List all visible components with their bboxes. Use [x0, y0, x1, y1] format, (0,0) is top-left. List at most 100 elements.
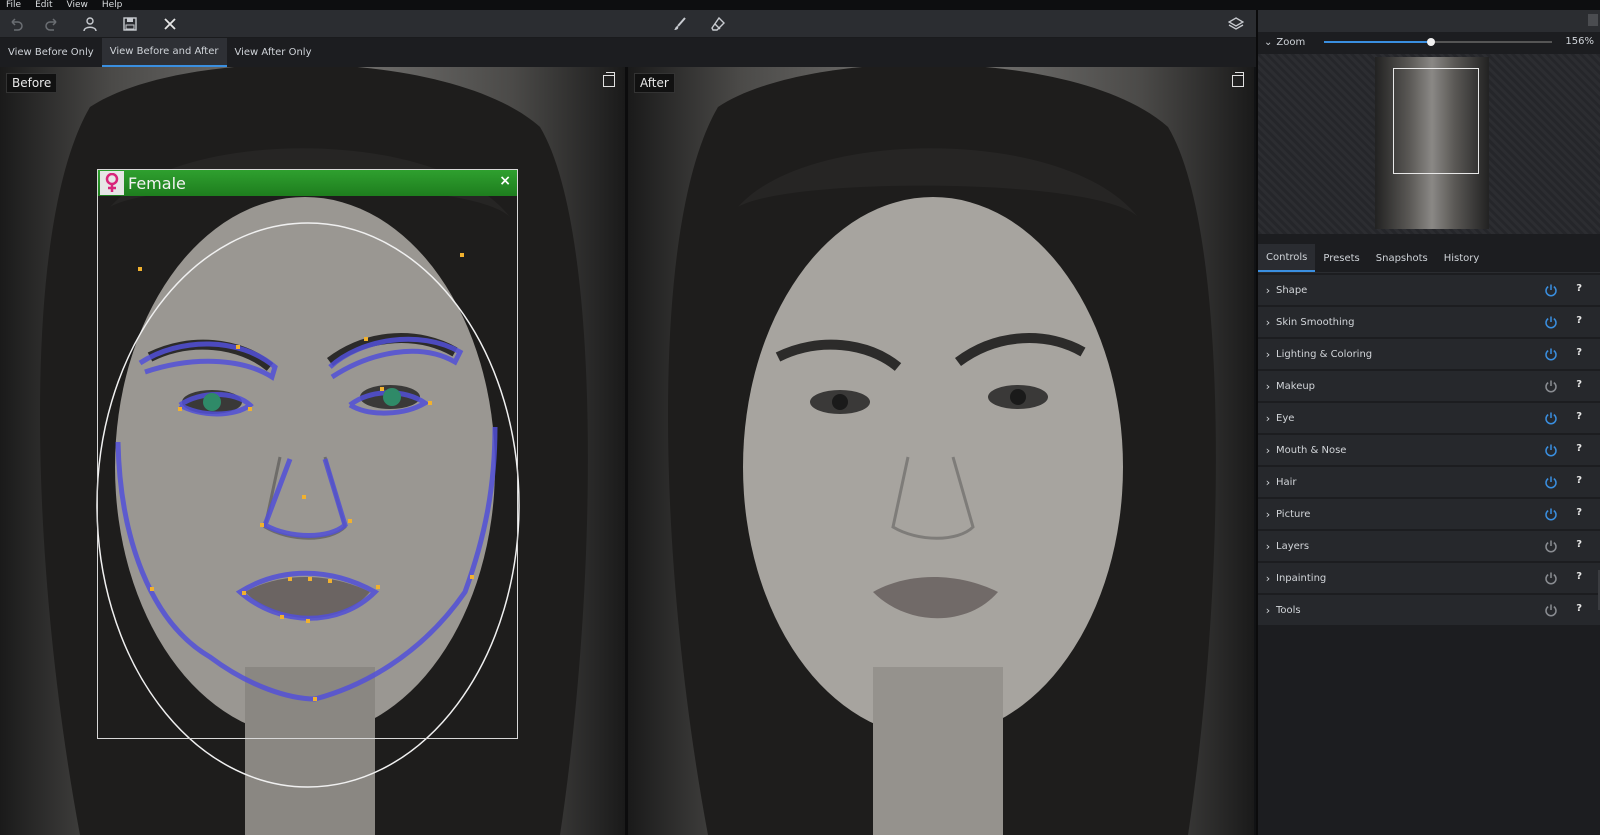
tab-snapshots[interactable]: Snapshots [1368, 244, 1436, 272]
chevron-right-icon[interactable]: › [1260, 348, 1276, 361]
face-icon[interactable] [80, 14, 100, 34]
chevron-right-icon[interactable]: › [1260, 540, 1276, 553]
control-picture[interactable]: › Picture? [1258, 499, 1600, 529]
before-label: Before [6, 73, 58, 93]
zoom-row: ⌄ Zoom 156% [1258, 32, 1600, 52]
control-label: Makeup [1276, 380, 1316, 392]
eraser-icon[interactable] [708, 14, 728, 34]
menu-file[interactable]: File [6, 0, 21, 10]
control-label: Shape [1276, 284, 1308, 296]
zoom-slider-handle[interactable] [1427, 38, 1436, 46]
menu-bar: File Edit View Help [0, 0, 1600, 10]
power-toggle-icon[interactable] [1544, 603, 1558, 617]
help-icon[interactable]: ? [1576, 571, 1582, 582]
control-label: Hair [1276, 476, 1297, 488]
before-image-pane[interactable]: Before Female × [0, 67, 625, 835]
before-maximize-icon[interactable] [603, 72, 615, 87]
power-toggle-icon[interactable] [1544, 539, 1558, 553]
panel-restore-icon[interactable] [1588, 14, 1598, 26]
chevron-right-icon[interactable]: › [1260, 284, 1276, 297]
control-label: Lighting & Coloring [1276, 348, 1373, 360]
chevron-right-icon[interactable]: › [1260, 380, 1276, 393]
power-toggle-icon[interactable] [1544, 283, 1558, 297]
power-toggle-icon[interactable] [1544, 443, 1558, 457]
female-icon [100, 171, 124, 195]
power-toggle-icon[interactable] [1544, 347, 1558, 361]
control-label: Layers [1276, 540, 1310, 552]
tab-history[interactable]: History [1436, 244, 1488, 272]
tab-view-after-only[interactable]: View After Only [227, 38, 320, 67]
after-image-pane[interactable]: After [628, 67, 1254, 835]
chevron-right-icon[interactable]: › [1260, 604, 1276, 617]
help-icon[interactable]: ? [1576, 379, 1582, 390]
layers-icon[interactable] [1226, 14, 1246, 34]
redo-icon[interactable] [42, 14, 62, 34]
panel-tabs: Controls Presets Snapshots History [1258, 244, 1600, 273]
power-toggle-icon[interactable] [1544, 411, 1558, 425]
after-photo [668, 67, 1216, 835]
help-icon[interactable]: ? [1576, 411, 1582, 422]
zoom-slider-fill [1324, 41, 1432, 43]
help-icon[interactable]: ? [1576, 443, 1582, 454]
help-icon[interactable]: ? [1576, 315, 1582, 326]
help-icon[interactable]: ? [1576, 347, 1582, 358]
power-toggle-icon[interactable] [1544, 507, 1558, 521]
menu-help[interactable]: Help [102, 0, 123, 10]
control-label: Tools [1276, 604, 1301, 616]
chevron-right-icon[interactable]: › [1260, 476, 1276, 489]
right-panel: ⌄ Zoom 156% Controls Presets Snapshots H… [1256, 10, 1600, 835]
menu-view[interactable]: View [67, 0, 88, 10]
control-skin-smoothing[interactable]: › Skin Smoothing? [1258, 307, 1600, 337]
close-icon[interactable] [160, 14, 180, 34]
after-label: After [634, 73, 675, 93]
control-eye[interactable]: › Eye? [1258, 403, 1600, 433]
tab-view-before-only[interactable]: View Before Only [0, 38, 102, 67]
controls-list: › Shape? › Skin Smoothing? › Lighting & Color… [1258, 275, 1600, 625]
tab-view-before-and-after[interactable]: View Before and After [101, 38, 227, 67]
control-label: Inpainting [1276, 572, 1327, 584]
navigator-viewport-rect[interactable] [1393, 68, 1479, 174]
help-icon[interactable]: ? [1576, 283, 1582, 294]
zoom-slider[interactable] [1324, 38, 1552, 46]
navigator-preview[interactable] [1258, 54, 1600, 234]
control-shape[interactable]: › Shape? [1258, 275, 1600, 305]
chevron-right-icon[interactable]: › [1260, 508, 1276, 521]
control-mouth-nose[interactable]: › Mouth & Nose? [1258, 435, 1600, 465]
control-inpainting[interactable]: › Inpainting? [1258, 563, 1600, 593]
control-lighting-coloring[interactable]: › Lighting & Coloring? [1258, 339, 1600, 369]
chevron-down-icon[interactable]: ⌄ [1264, 37, 1272, 48]
power-toggle-icon[interactable] [1544, 315, 1558, 329]
zoom-value: 156% [1565, 36, 1594, 47]
tab-presets[interactable]: Presets [1315, 244, 1367, 272]
control-label: Eye [1276, 412, 1295, 424]
brush-icon[interactable] [670, 14, 690, 34]
help-icon[interactable]: ? [1576, 507, 1582, 518]
after-maximize-icon[interactable] [1232, 72, 1244, 87]
undo-icon[interactable] [6, 14, 26, 34]
control-layers[interactable]: › Layers? [1258, 531, 1600, 561]
control-tools[interactable]: › Tools? [1258, 595, 1600, 625]
save-icon[interactable] [120, 14, 140, 34]
chevron-right-icon[interactable]: › [1260, 572, 1276, 585]
help-icon[interactable]: ? [1576, 603, 1582, 614]
face-detection-box[interactable]: Female × [97, 169, 518, 739]
chevron-right-icon[interactable]: › [1260, 412, 1276, 425]
chevron-right-icon[interactable]: › [1260, 316, 1276, 329]
control-makeup[interactable]: › Makeup? [1258, 371, 1600, 401]
control-hair[interactable]: › Hair? [1258, 467, 1600, 497]
menu-edit[interactable]: Edit [35, 0, 52, 10]
face-gender-label: Female [128, 173, 186, 193]
power-toggle-icon[interactable] [1544, 379, 1558, 393]
control-label: Picture [1276, 508, 1311, 520]
control-label: Mouth & Nose [1276, 444, 1347, 456]
help-icon[interactable]: ? [1576, 475, 1582, 486]
face-box-header: Female × [98, 170, 517, 196]
toolbar [0, 10, 1256, 38]
help-icon[interactable]: ? [1576, 539, 1582, 550]
right-panel-header [1258, 10, 1600, 32]
power-toggle-icon[interactable] [1544, 571, 1558, 585]
chevron-right-icon[interactable]: › [1260, 444, 1276, 457]
tab-controls[interactable]: Controls [1258, 244, 1316, 272]
power-toggle-icon[interactable] [1544, 475, 1558, 489]
face-box-close-icon[interactable]: × [499, 173, 511, 189]
